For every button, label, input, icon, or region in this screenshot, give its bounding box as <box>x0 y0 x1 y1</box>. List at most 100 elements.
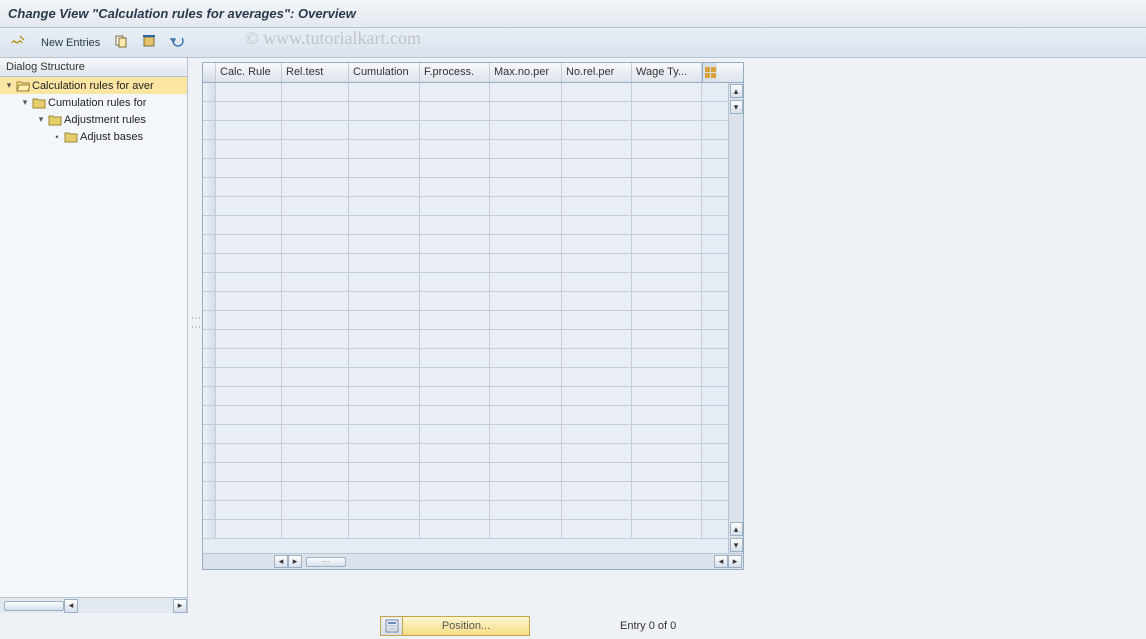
table-cell[interactable] <box>632 501 702 519</box>
table-cell[interactable] <box>562 140 632 158</box>
table-cell[interactable] <box>349 159 420 177</box>
table-cell[interactable] <box>216 254 282 272</box>
table-cell[interactable] <box>490 140 562 158</box>
table-cell[interactable] <box>349 387 420 405</box>
table-cell[interactable] <box>632 482 702 500</box>
table-cell[interactable] <box>420 463 490 481</box>
table-cell[interactable] <box>632 178 702 196</box>
table-cell[interactable] <box>349 444 420 462</box>
table-cell[interactable] <box>420 349 490 367</box>
table-cell[interactable] <box>282 501 349 519</box>
row-selector[interactable] <box>203 178 216 196</box>
table-cell[interactable] <box>282 178 349 196</box>
table-cell[interactable] <box>282 159 349 177</box>
table-cell[interactable] <box>349 273 420 291</box>
table-cell[interactable] <box>216 425 282 443</box>
hscroll-right2[interactable]: ▸ <box>728 555 742 568</box>
new-entries-button[interactable]: New Entries <box>36 33 105 53</box>
table-cell[interactable] <box>562 235 632 253</box>
row-selector[interactable] <box>203 349 216 367</box>
copy-button[interactable] <box>109 33 133 53</box>
table-cell[interactable] <box>216 387 282 405</box>
table-cell[interactable] <box>562 520 632 538</box>
table-cell[interactable] <box>420 311 490 329</box>
row-selector[interactable] <box>203 368 216 386</box>
table-cell[interactable] <box>490 216 562 234</box>
row-selector[interactable] <box>203 406 216 424</box>
table-cell[interactable] <box>216 102 282 120</box>
table-cell[interactable] <box>490 368 562 386</box>
table-cell[interactable] <box>490 235 562 253</box>
table-cell[interactable] <box>282 349 349 367</box>
table-cell[interactable] <box>490 121 562 139</box>
table-cell[interactable] <box>632 235 702 253</box>
table-cell[interactable] <box>282 425 349 443</box>
table-cell[interactable] <box>420 406 490 424</box>
table-cell[interactable] <box>632 406 702 424</box>
tree-node[interactable]: • Adjust bases <box>0 128 187 145</box>
table-cell[interactable] <box>349 463 420 481</box>
row-selector[interactable] <box>203 254 216 272</box>
table-cell[interactable] <box>562 444 632 462</box>
table-cell[interactable] <box>216 501 282 519</box>
table-cell[interactable] <box>632 197 702 215</box>
table-cell[interactable] <box>632 254 702 272</box>
table-cell[interactable] <box>420 292 490 310</box>
table-cell[interactable] <box>216 482 282 500</box>
table-cell[interactable] <box>562 425 632 443</box>
table-cell[interactable] <box>282 235 349 253</box>
row-selector[interactable] <box>203 330 216 348</box>
row-selector[interactable] <box>203 273 216 291</box>
table-cell[interactable] <box>490 159 562 177</box>
row-selector-header[interactable] <box>203 63 216 82</box>
hscroll-thumb[interactable]: ⋯ <box>306 557 346 567</box>
table-cell[interactable] <box>216 292 282 310</box>
table-cell[interactable] <box>562 121 632 139</box>
table-cell[interactable] <box>490 273 562 291</box>
table-cell[interactable] <box>349 406 420 424</box>
table-cell[interactable] <box>349 292 420 310</box>
table-cell[interactable] <box>216 311 282 329</box>
table-cell[interactable] <box>562 311 632 329</box>
undo-button[interactable] <box>165 33 189 53</box>
table-cell[interactable] <box>216 121 282 139</box>
table-cell[interactable] <box>216 140 282 158</box>
table-cell[interactable] <box>216 197 282 215</box>
table-cell[interactable] <box>282 444 349 462</box>
table-cell[interactable] <box>632 387 702 405</box>
table-cell[interactable] <box>562 330 632 348</box>
configure-columns-button[interactable] <box>702 63 717 82</box>
table-cell[interactable] <box>282 216 349 234</box>
table-vscroll[interactable]: ▴ ▾ ▴ ▾ <box>728 83 743 553</box>
row-selector[interactable] <box>203 444 216 462</box>
row-selector[interactable] <box>203 463 216 481</box>
row-selector[interactable] <box>203 482 216 500</box>
table-cell[interactable] <box>420 83 490 101</box>
row-selector[interactable] <box>203 520 216 538</box>
table-cell[interactable] <box>420 159 490 177</box>
column-header[interactable]: F.process. <box>420 63 490 82</box>
table-cell[interactable] <box>282 254 349 272</box>
tree-node[interactable]: ▾ Cumulation rules for <box>0 94 187 111</box>
table-cell[interactable] <box>490 102 562 120</box>
table-cell[interactable] <box>632 121 702 139</box>
table-cell[interactable] <box>282 330 349 348</box>
table-cell[interactable] <box>349 121 420 139</box>
table-cell[interactable] <box>490 311 562 329</box>
tree-toggle-icon[interactable]: ▾ <box>36 114 46 125</box>
row-selector[interactable] <box>203 425 216 443</box>
table-cell[interactable] <box>490 406 562 424</box>
table-cell[interactable] <box>490 444 562 462</box>
table-cell[interactable] <box>562 406 632 424</box>
table-cell[interactable] <box>632 311 702 329</box>
table-cell[interactable] <box>632 159 702 177</box>
position-button[interactable]: Position... <box>380 616 530 636</box>
table-cell[interactable] <box>632 368 702 386</box>
table-cell[interactable] <box>632 349 702 367</box>
table-cell[interactable] <box>420 235 490 253</box>
row-selector[interactable] <box>203 197 216 215</box>
table-cell[interactable] <box>562 387 632 405</box>
table-cell[interactable] <box>562 501 632 519</box>
table-cell[interactable] <box>490 197 562 215</box>
table-cell[interactable] <box>282 83 349 101</box>
